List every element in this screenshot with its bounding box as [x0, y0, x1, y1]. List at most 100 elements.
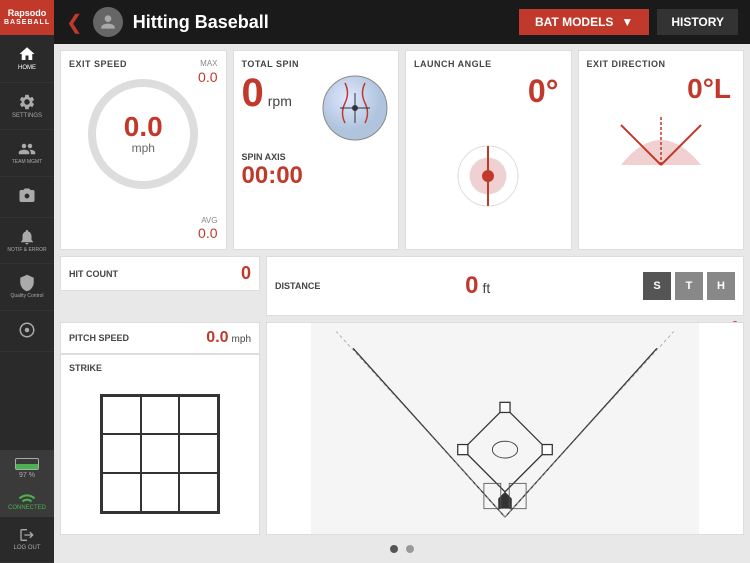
- hit-count-label: HIT COUNT: [69, 269, 118, 279]
- view-btn-s[interactable]: S: [643, 272, 671, 300]
- spin-content: 0 rpm: [242, 73, 391, 148]
- spin-value: 0: [242, 73, 264, 113]
- exit-direction-value-container: 0°L: [587, 73, 736, 105]
- ball-visual-container: [320, 73, 390, 148]
- exit-speed-avg-label: AVG: [201, 216, 217, 225]
- sidebar-item-quality[interactable]: Quality Control: [0, 264, 54, 311]
- main-content: ❮ Hitting Baseball BAT MODELS ▼ HISTORY …: [54, 0, 750, 563]
- distance-row: DISTANCE 0 ft S T H: [266, 256, 744, 316]
- distance-value: 0: [465, 272, 478, 300]
- view-btn-h[interactable]: H: [707, 272, 735, 300]
- launch-angle-svg: [448, 136, 528, 216]
- launch-visual: [414, 110, 563, 241]
- strike-cell-8: [141, 473, 180, 512]
- speedometer-container: 0.0 mph: [69, 79, 218, 189]
- battery-bar: [15, 458, 39, 470]
- pagination-dot-1[interactable]: [390, 545, 398, 553]
- launch-angle-value: 0°: [528, 73, 563, 109]
- strike-cell-4: [102, 434, 141, 473]
- strike-cell-3: [179, 396, 218, 435]
- team-icon: [18, 140, 36, 158]
- exit-speed-max-value: 0.0: [198, 69, 217, 85]
- hit-count-row: HIT COUNT 0: [60, 256, 260, 291]
- spin-left: 0 rpm: [242, 73, 315, 113]
- distance-value-container: 0 ft: [465, 272, 490, 300]
- middle-row: HIT COUNT 0 DISTANCE 0 ft S T H: [60, 256, 744, 316]
- exit-speed-value: 0.0: [124, 113, 163, 141]
- spin-axis-section: SPIN AXIS 00:00: [242, 152, 391, 190]
- hit-count-value: 0: [241, 263, 251, 284]
- sidebar-bottom: 97 % CONNECTED LOG OUT: [0, 450, 54, 563]
- exit-speed-label: EXIT SPEED: [69, 59, 218, 69]
- wifi-icon: [18, 491, 36, 503]
- spin-axis-label: SPIN AXIS: [242, 152, 391, 162]
- strike-cell-2: [141, 396, 180, 435]
- launch-angle-card: LAUNCH ANGLE 0°: [405, 50, 572, 250]
- total-spin-card: TOTAL SPIN 0 rpm: [233, 50, 400, 250]
- view-btn-t[interactable]: T: [675, 272, 703, 300]
- user-avatar: [93, 7, 123, 37]
- spin-axis-value: 00:00: [242, 162, 391, 190]
- gear-icon: [18, 93, 36, 111]
- camera-icon: [18, 187, 36, 205]
- back-chevron[interactable]: ❮: [66, 10, 83, 35]
- sidebar-item-home[interactable]: HOME: [0, 35, 54, 83]
- sidebar-item-settings[interactable]: SETTINGS: [0, 83, 54, 131]
- bat-models-button[interactable]: BAT MODELS ▼: [519, 9, 649, 35]
- strike-cell-9: [179, 473, 218, 512]
- strike-label: STRIKE: [69, 363, 251, 373]
- total-spin-label: TOTAL SPIN: [242, 59, 391, 69]
- content-area: EXIT SPEED MAX 0.0 0.0 mph AVG 0.0 TOTAL…: [54, 44, 750, 563]
- field-diagram-svg: [267, 323, 743, 534]
- sidebar-item-team[interactable]: TEAM MGMT: [0, 130, 54, 177]
- logout-label: LOG OUT: [13, 545, 40, 552]
- pagination: [60, 541, 744, 557]
- page-title: Hitting Baseball: [133, 12, 519, 33]
- logo-line1: Rapsodo: [4, 8, 50, 19]
- chevron-down-icon: ▼: [621, 15, 633, 29]
- stats-left-panel: HIT COUNT 0: [60, 256, 260, 316]
- sidebar-item-device[interactable]: [0, 311, 54, 352]
- bottom-row: PITCH SPEED 0.0 mph STRIKE: [60, 322, 744, 535]
- quality-icon: [18, 274, 36, 292]
- pitch-speed-unit: mph: [232, 334, 251, 345]
- strike-cell-7: [102, 473, 141, 512]
- spin-value-row: 0 rpm: [242, 73, 315, 113]
- ball-svg: [320, 73, 390, 143]
- exit-speed-avg-value: 0.0: [198, 225, 217, 241]
- distance-label: DISTANCE: [275, 281, 320, 291]
- sidebar-home-label: HOME: [18, 65, 36, 72]
- sidebar-quality-label: Quality Control: [10, 294, 43, 300]
- spin-unit: rpm: [268, 93, 292, 109]
- sidebar-item-logout[interactable]: LOG OUT: [0, 517, 54, 563]
- exit-direction-card: EXIT DIRECTION 0°L: [578, 50, 745, 250]
- sidebar: Rapsodo BASEBALL HOME SETTINGS TEAM MGMT…: [0, 0, 54, 563]
- app-logo: Rapsodo BASEBALL: [0, 0, 54, 35]
- pitch-speed-row: PITCH SPEED 0.0 mph: [60, 322, 260, 354]
- battery-indicator: 97 %: [0, 450, 54, 485]
- history-button[interactable]: HISTORY: [657, 9, 738, 35]
- header: ❮ Hitting Baseball BAT MODELS ▼ HISTORY: [54, 0, 750, 44]
- sidebar-team-label: TEAM MGMT: [12, 160, 43, 166]
- strike-cell-6: [179, 434, 218, 473]
- pitch-speed-label: PITCH SPEED: [69, 333, 129, 343]
- exit-direction-label: EXIT DIRECTION: [587, 59, 736, 69]
- sidebar-settings-label: SETTINGS: [12, 113, 42, 120]
- strike-grid: [100, 394, 220, 514]
- sidebar-notification-label: NOTIF & ERROR: [7, 248, 46, 254]
- strike-cell-5: [141, 434, 180, 473]
- launch-angle-value-container: 0°: [414, 73, 563, 110]
- pagination-dot-2[interactable]: [406, 545, 414, 553]
- wifi-item: CONNECTED: [0, 485, 54, 517]
- sidebar-item-notification[interactable]: NOTIF & ERROR: [0, 218, 54, 265]
- view-buttons: S T H: [643, 272, 735, 300]
- exit-speed-unit: mph: [132, 141, 155, 155]
- wifi-label: CONNECTED: [4, 505, 50, 511]
- speedometer: 0.0 mph: [88, 79, 198, 189]
- exit-speed-card: EXIT SPEED MAX 0.0 0.0 mph AVG 0.0: [60, 50, 227, 250]
- pitch-speed-value-container: 0.0 mph: [206, 329, 251, 347]
- notification-icon: [18, 228, 36, 246]
- logo-line2: BASEBALL: [4, 19, 50, 27]
- sidebar-item-camera[interactable]: [0, 177, 54, 218]
- launch-angle-label: LAUNCH ANGLE: [414, 59, 563, 69]
